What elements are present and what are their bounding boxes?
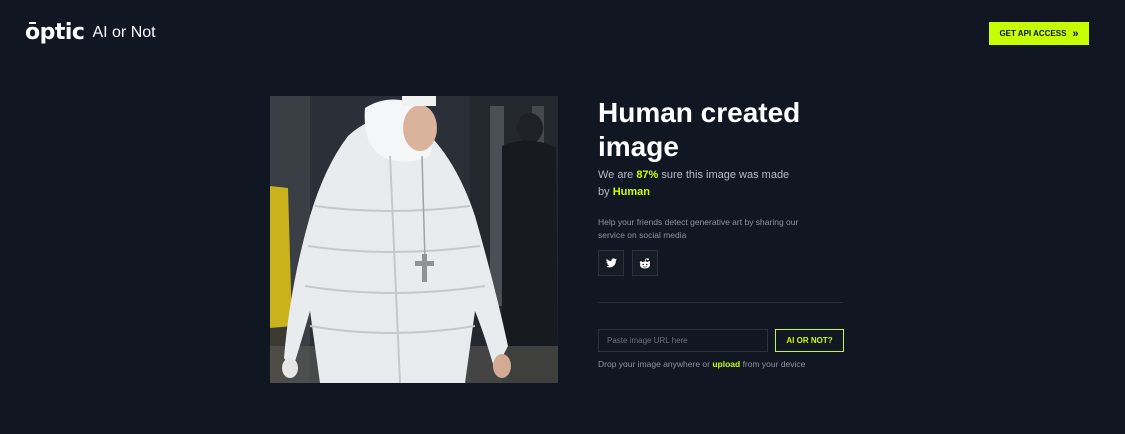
section-divider bbox=[598, 302, 843, 303]
optic-logo[interactable]: ōptic AI or Not bbox=[25, 20, 156, 46]
ai-or-not-button[interactable]: AI OR NOT? bbox=[775, 329, 844, 352]
drop-prefix: Drop your image anywhere or bbox=[598, 359, 713, 369]
confidence-prefix: We are bbox=[598, 169, 637, 181]
twitter-icon bbox=[605, 258, 617, 268]
double-chevron-right-icon: » bbox=[1072, 27, 1079, 40]
analyzed-image bbox=[270, 96, 558, 383]
upload-link[interactable]: upload bbox=[712, 359, 740, 369]
verdict-label: Human bbox=[612, 185, 650, 198]
logo-mark: ōptic bbox=[25, 20, 85, 45]
drop-suffix: from your device bbox=[740, 359, 806, 369]
share-prompt: Help your friends detect generative art … bbox=[598, 217, 799, 240]
api-button-label: GET API ACCESS bbox=[999, 29, 1067, 38]
result-title: Human created image bbox=[598, 97, 801, 162]
confidence-statement: We are 87% sure this image was made by H… bbox=[598, 167, 798, 200]
image-url-input[interactable] bbox=[598, 329, 768, 352]
confidence-value: 87% bbox=[636, 169, 659, 181]
analyzed-image-illustration bbox=[270, 96, 558, 383]
drop-instructions: Drop your image anywhere or upload from … bbox=[598, 358, 858, 370]
twitter-share-button[interactable] bbox=[598, 250, 624, 276]
reddit-icon bbox=[639, 257, 651, 268]
get-api-access-button[interactable]: GET API ACCESS » bbox=[989, 22, 1089, 45]
product-name: AI or Not bbox=[92, 24, 156, 41]
reddit-share-button[interactable] bbox=[632, 250, 658, 276]
